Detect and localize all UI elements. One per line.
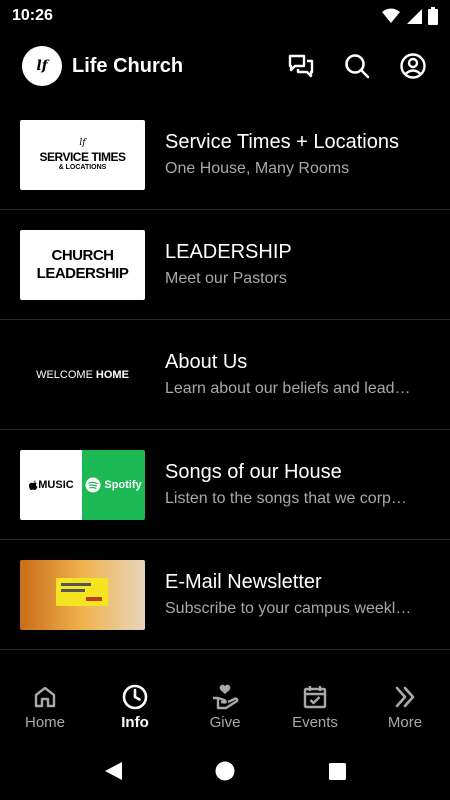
item-title: E-Mail Newsletter bbox=[165, 571, 322, 593]
leadership-thumbnail: CHURCH LEADERSHIP bbox=[20, 229, 145, 300]
nav-label: Home bbox=[24, 713, 65, 731]
system-nav-bar bbox=[0, 742, 450, 800]
newsletter-card-graphic bbox=[56, 577, 108, 606]
clock-icon bbox=[122, 684, 148, 709]
thumb-text: LEADERSHIP bbox=[36, 264, 129, 282]
nav-events[interactable]: Events bbox=[270, 672, 360, 742]
service-times-thumbnail: lf SERVICE TIMES & LOCATIONS bbox=[20, 119, 145, 190]
church-logo: lf bbox=[22, 46, 62, 86]
battery-icon bbox=[428, 7, 438, 25]
app-title: Life Church bbox=[72, 54, 184, 77]
songs-thumbnail: MUSIC Spotify bbox=[20, 449, 145, 520]
thumb-text: WELCOME bbox=[36, 368, 93, 381]
item-subtitle: Learn about our beliefs and lead… bbox=[165, 380, 411, 397]
newsletter-thumbnail bbox=[20, 559, 145, 630]
item-subtitle: Meet our Pastors bbox=[165, 270, 287, 287]
signal-icon bbox=[407, 9, 422, 24]
thumb-text: SERVICE TIMES bbox=[39, 150, 126, 164]
thumb-text: HOME bbox=[95, 368, 129, 381]
apple-music-logo: MUSIC bbox=[20, 449, 82, 520]
item-title: Songs of our House bbox=[165, 461, 342, 483]
status-time: 10:26 bbox=[12, 7, 53, 24]
give-hand-icon bbox=[213, 684, 239, 709]
thumb-text: & LOCATIONS bbox=[58, 164, 107, 171]
thumb-text: CHURCH bbox=[51, 246, 115, 264]
info-list: lf SERVICE TIMES & LOCATIONS Service Tim… bbox=[0, 100, 450, 650]
list-item-newsletter[interactable]: E-Mail Newsletter Subscribe to your camp… bbox=[0, 540, 450, 650]
item-title: About Us bbox=[165, 351, 248, 373]
calendar-icon bbox=[303, 685, 327, 708]
nav-label: Give bbox=[209, 713, 241, 731]
item-title: LEADERSHIP bbox=[165, 241, 292, 263]
nav-give[interactable]: Give bbox=[180, 672, 270, 742]
account-icon[interactable] bbox=[398, 51, 428, 81]
bottom-nav: Home Info Give Events More bbox=[0, 672, 450, 742]
thumb-logo: lf bbox=[79, 138, 86, 148]
nav-more[interactable]: More bbox=[360, 672, 450, 742]
apple-icon bbox=[29, 480, 38, 490]
chat-icon[interactable] bbox=[286, 51, 316, 81]
status-bar: 10:26 bbox=[0, 0, 450, 32]
item-subtitle: One House, Many Rooms bbox=[165, 160, 350, 177]
status-icons bbox=[382, 7, 438, 25]
recents-icon[interactable] bbox=[326, 760, 348, 782]
home-circle-icon[interactable] bbox=[214, 760, 236, 782]
list-item-about-us[interactable]: WELCOME HOME About Us Learn about our be… bbox=[0, 320, 450, 430]
wifi-icon bbox=[382, 8, 400, 23]
nav-home[interactable]: Home bbox=[0, 672, 90, 742]
thumb-text: MUSIC bbox=[38, 478, 74, 491]
item-title: Service Times + Locations bbox=[165, 131, 399, 153]
about-us-thumbnail: WELCOME HOME bbox=[20, 339, 145, 410]
nav-label: Info bbox=[121, 713, 149, 731]
back-icon[interactable] bbox=[102, 760, 124, 782]
app-bar-actions bbox=[286, 51, 428, 81]
item-subtitle: Listen to the songs that we corp… bbox=[165, 490, 407, 507]
nav-label: More bbox=[387, 713, 423, 731]
spotify-icon bbox=[85, 477, 101, 492]
home-icon bbox=[34, 686, 56, 707]
list-item-service-times[interactable]: lf SERVICE TIMES & LOCATIONS Service Tim… bbox=[0, 100, 450, 210]
thumb-text: Spotify bbox=[104, 478, 142, 491]
nav-info[interactable]: Info bbox=[90, 672, 180, 742]
item-subtitle: Subscribe to your campus weekl… bbox=[165, 600, 412, 617]
nav-label: Events bbox=[292, 713, 338, 731]
list-item-songs[interactable]: MUSIC Spotify Songs of our House Listen … bbox=[0, 430, 450, 540]
double-chevron-icon bbox=[395, 686, 415, 707]
spotify-logo: Spotify bbox=[82, 449, 145, 520]
app-bar: lf Life Church bbox=[0, 36, 450, 96]
list-item-leadership[interactable]: CHURCH LEADERSHIP LEADERSHIP Meet our Pa… bbox=[0, 210, 450, 320]
search-icon[interactable] bbox=[342, 51, 372, 81]
